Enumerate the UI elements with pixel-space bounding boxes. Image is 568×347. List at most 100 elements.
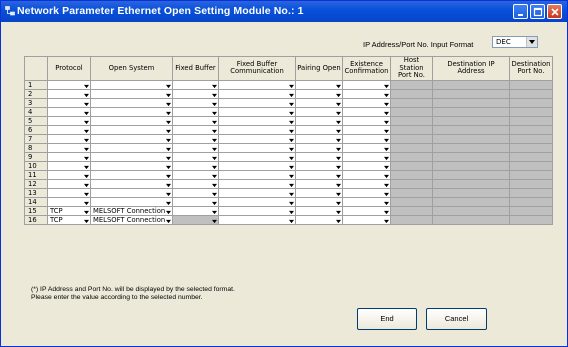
fixed-buffer-dropdown[interactable] bbox=[172, 187, 219, 198]
fixed-buffer-communication-dropdown[interactable] bbox=[218, 133, 296, 144]
chevron-down-icon[interactable] bbox=[336, 200, 341, 205]
protocol-dropdown[interactable] bbox=[47, 97, 91, 108]
chevron-down-icon[interactable] bbox=[84, 110, 89, 115]
title-bar[interactable]: Network Parameter Ethernet Open Setting … bbox=[1, 1, 567, 22]
chevron-down-icon[interactable] bbox=[166, 155, 171, 160]
fixed-buffer-communication-dropdown[interactable] bbox=[218, 196, 296, 207]
protocol-dropdown[interactable] bbox=[47, 133, 91, 144]
fixed-buffer-communication-dropdown[interactable] bbox=[218, 205, 296, 216]
chevron-down-icon[interactable] bbox=[289, 209, 294, 214]
fixed-buffer-dropdown[interactable] bbox=[172, 205, 219, 216]
chevron-down-icon[interactable] bbox=[336, 101, 341, 106]
open-system-dropdown[interactable] bbox=[90, 106, 173, 117]
open-system-dropdown[interactable] bbox=[90, 133, 173, 144]
chevron-down-icon[interactable] bbox=[84, 128, 89, 133]
chevron-down-icon[interactable] bbox=[212, 146, 217, 151]
open-system-dropdown[interactable] bbox=[90, 124, 173, 135]
chevron-down-icon[interactable] bbox=[336, 182, 341, 187]
chevron-down-icon[interactable] bbox=[166, 83, 171, 88]
fixed-buffer-communication-dropdown[interactable] bbox=[218, 169, 296, 180]
existence-confirmation-dropdown[interactable] bbox=[342, 79, 391, 90]
fixed-buffer-dropdown[interactable] bbox=[172, 169, 219, 180]
existence-confirmation-dropdown[interactable] bbox=[342, 115, 391, 126]
chevron-down-icon[interactable] bbox=[84, 146, 89, 151]
chevron-down-icon[interactable] bbox=[526, 37, 537, 47]
chevron-down-icon[interactable] bbox=[84, 137, 89, 142]
chevron-down-icon[interactable] bbox=[336, 110, 341, 115]
existence-confirmation-dropdown[interactable] bbox=[342, 169, 391, 180]
chevron-down-icon[interactable] bbox=[212, 101, 217, 106]
pairing-open-dropdown[interactable] bbox=[295, 169, 343, 180]
fixed-buffer-dropdown[interactable] bbox=[172, 97, 219, 108]
fixed-buffer-dropdown[interactable] bbox=[172, 79, 219, 90]
close-button[interactable] bbox=[547, 4, 562, 19]
chevron-down-icon[interactable] bbox=[166, 182, 171, 187]
existence-confirmation-dropdown[interactable] bbox=[342, 187, 391, 198]
existence-confirmation-dropdown[interactable] bbox=[342, 214, 391, 225]
chevron-down-icon[interactable] bbox=[384, 92, 389, 97]
chevron-down-icon[interactable] bbox=[289, 137, 294, 142]
existence-confirmation-dropdown[interactable] bbox=[342, 97, 391, 108]
pairing-open-dropdown[interactable] bbox=[295, 88, 343, 99]
open-system-dropdown[interactable] bbox=[90, 160, 173, 171]
chevron-down-icon[interactable] bbox=[84, 155, 89, 160]
pairing-open-dropdown[interactable] bbox=[295, 214, 343, 225]
open-system-dropdown[interactable] bbox=[90, 151, 173, 162]
chevron-down-icon[interactable] bbox=[166, 191, 171, 196]
existence-confirmation-dropdown[interactable] bbox=[342, 178, 391, 189]
chevron-down-icon[interactable] bbox=[289, 200, 294, 205]
open-system-dropdown[interactable]: MELSOFT Connection bbox=[90, 214, 173, 225]
existence-confirmation-dropdown[interactable] bbox=[342, 205, 391, 216]
chevron-down-icon[interactable] bbox=[289, 191, 294, 196]
fixed-buffer-dropdown[interactable] bbox=[172, 106, 219, 117]
existence-confirmation-dropdown[interactable] bbox=[342, 133, 391, 144]
fixed-buffer-communication-dropdown[interactable] bbox=[218, 97, 296, 108]
chevron-down-icon[interactable] bbox=[212, 209, 217, 214]
fixed-buffer-communication-dropdown[interactable] bbox=[218, 214, 296, 225]
fixed-buffer-dropdown[interactable] bbox=[172, 214, 219, 225]
chevron-down-icon[interactable] bbox=[384, 128, 389, 133]
chevron-down-icon[interactable] bbox=[336, 191, 341, 196]
chevron-down-icon[interactable] bbox=[289, 164, 294, 169]
existence-confirmation-dropdown[interactable] bbox=[342, 151, 391, 162]
chevron-down-icon[interactable] bbox=[212, 119, 217, 124]
chevron-down-icon[interactable] bbox=[289, 146, 294, 151]
open-system-dropdown[interactable]: MELSOFT Connection bbox=[90, 205, 173, 216]
pairing-open-dropdown[interactable] bbox=[295, 178, 343, 189]
pairing-open-dropdown[interactable] bbox=[295, 196, 343, 207]
fixed-buffer-dropdown[interactable] bbox=[172, 178, 219, 189]
chevron-down-icon[interactable] bbox=[384, 110, 389, 115]
chevron-down-icon[interactable] bbox=[166, 209, 171, 214]
chevron-down-icon[interactable] bbox=[289, 128, 294, 133]
chevron-down-icon[interactable] bbox=[166, 173, 171, 178]
chevron-down-icon[interactable] bbox=[166, 110, 171, 115]
chevron-down-icon[interactable] bbox=[166, 119, 171, 124]
chevron-down-icon[interactable] bbox=[289, 83, 294, 88]
chevron-down-icon[interactable] bbox=[384, 200, 389, 205]
chevron-down-icon[interactable] bbox=[384, 209, 389, 214]
chevron-down-icon[interactable] bbox=[84, 209, 89, 214]
pairing-open-dropdown[interactable] bbox=[295, 115, 343, 126]
protocol-dropdown[interactable] bbox=[47, 151, 91, 162]
chevron-down-icon[interactable] bbox=[384, 164, 389, 169]
pairing-open-dropdown[interactable] bbox=[295, 106, 343, 117]
fixed-buffer-dropdown[interactable] bbox=[172, 115, 219, 126]
chevron-down-icon[interactable] bbox=[166, 101, 171, 106]
chevron-down-icon[interactable] bbox=[384, 119, 389, 124]
open-system-dropdown[interactable] bbox=[90, 97, 173, 108]
chevron-down-icon[interactable] bbox=[336, 137, 341, 142]
chevron-down-icon[interactable] bbox=[384, 173, 389, 178]
chevron-down-icon[interactable] bbox=[384, 218, 389, 223]
chevron-down-icon[interactable] bbox=[212, 92, 217, 97]
protocol-dropdown[interactable] bbox=[47, 106, 91, 117]
protocol-dropdown[interactable]: TCP bbox=[47, 205, 91, 216]
chevron-down-icon[interactable] bbox=[336, 128, 341, 133]
chevron-down-icon[interactable] bbox=[212, 200, 217, 205]
open-system-dropdown[interactable] bbox=[90, 115, 173, 126]
chevron-down-icon[interactable] bbox=[289, 218, 294, 223]
existence-confirmation-dropdown[interactable] bbox=[342, 196, 391, 207]
chevron-down-icon[interactable] bbox=[289, 119, 294, 124]
chevron-down-icon[interactable] bbox=[84, 83, 89, 88]
fixed-buffer-communication-dropdown[interactable] bbox=[218, 106, 296, 117]
chevron-down-icon[interactable] bbox=[336, 209, 341, 214]
